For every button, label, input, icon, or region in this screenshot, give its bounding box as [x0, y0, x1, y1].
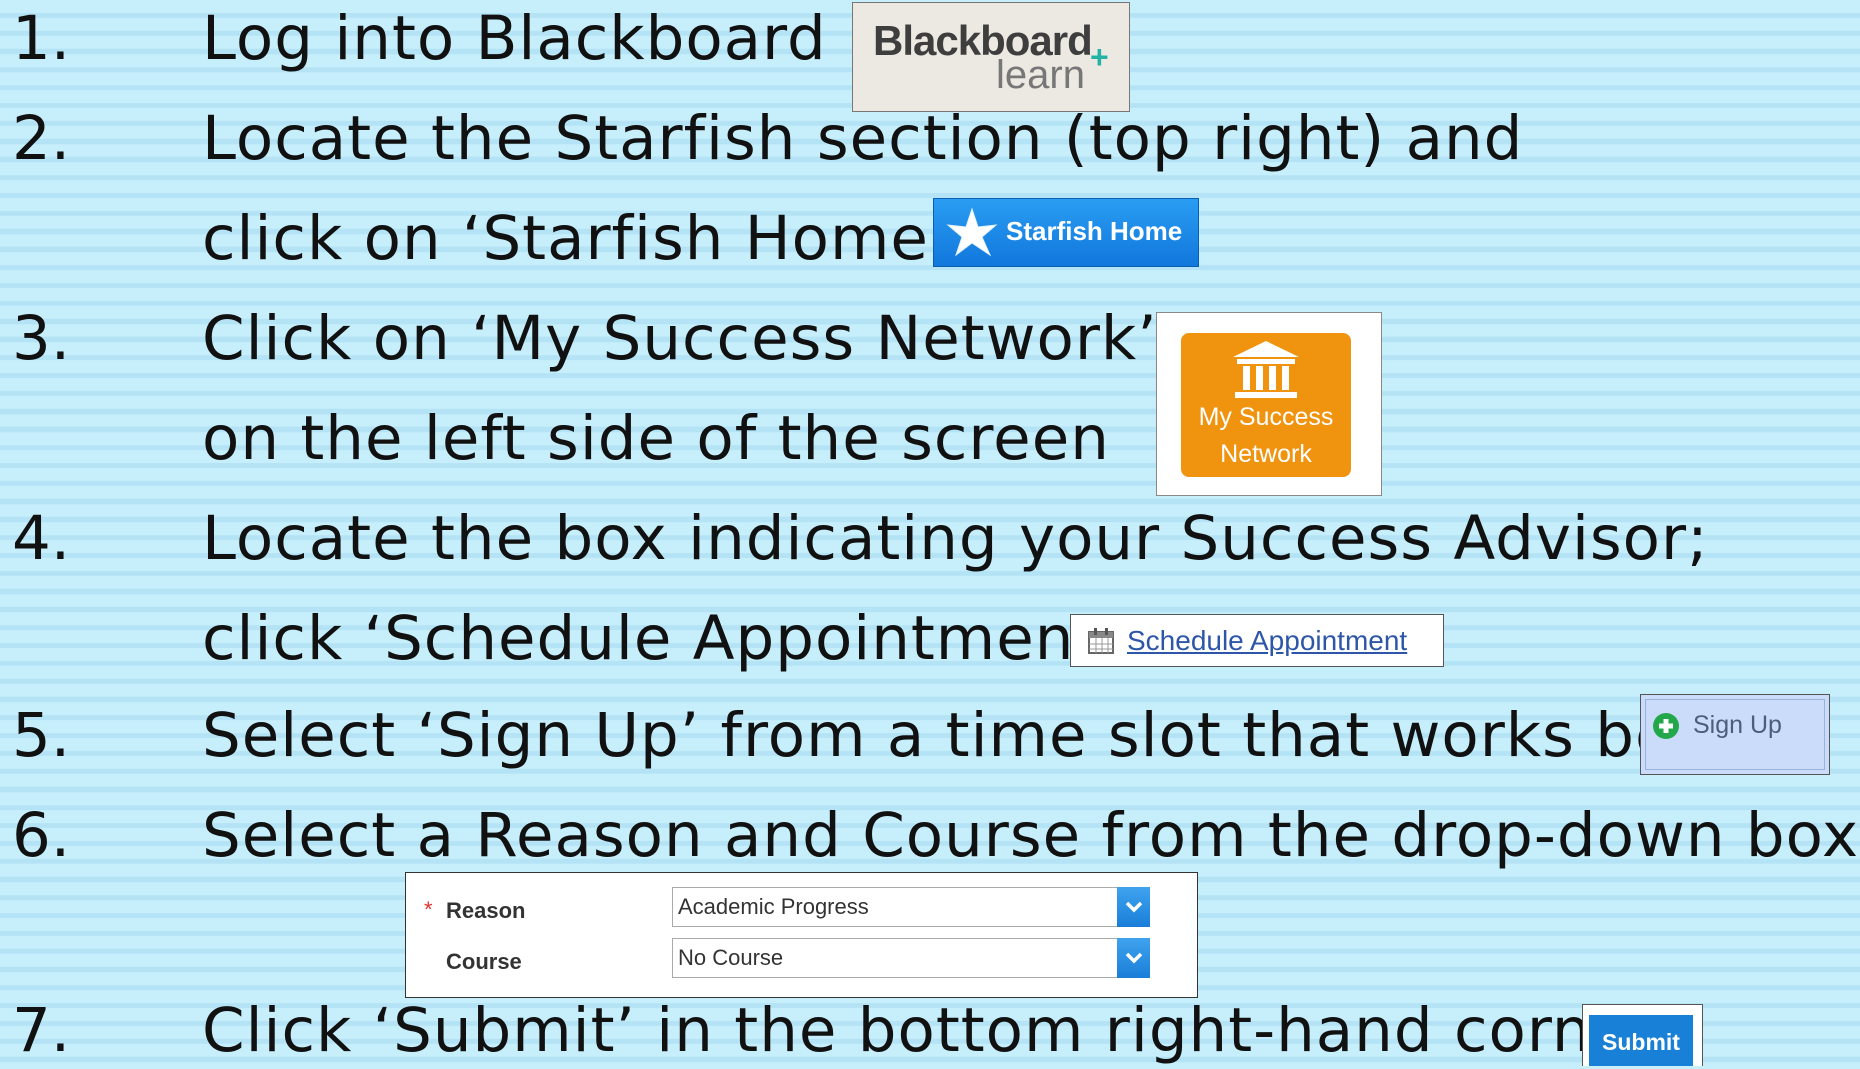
step-7-text: Click ‘Submit’ in the bottom right-hand …: [202, 995, 1671, 1066]
sign-up-button[interactable]: Sign Up: [1640, 694, 1830, 775]
step-4-text-line2: click ‘Schedule Appointment’: [202, 603, 1120, 674]
course-select-value: No Course: [678, 945, 784, 970]
logo-plus: +: [1090, 39, 1109, 75]
msn-label-line1: My Success: [1198, 403, 1334, 431]
submit-button[interactable]: Submit: [1589, 1015, 1693, 1066]
reason-label: Reason: [446, 898, 526, 923]
sign-up-label: Sign Up: [1693, 711, 1782, 739]
plus-circle-icon: [1653, 713, 1679, 739]
reason-select[interactable]: Academic Progress: [672, 887, 1150, 927]
my-success-network-tile[interactable]: My Success Network: [1156, 312, 1382, 496]
submit-button-frame: Submit: [1582, 1004, 1703, 1066]
chevron-down-icon: [1125, 952, 1143, 964]
step-number-2: 2.: [12, 103, 71, 174]
msn-label-line2: Network: [1220, 440, 1312, 468]
reason-row: * Reason Academic Progress: [406, 887, 1197, 931]
starfish-icon: [946, 207, 998, 257]
step-6-text: Select a Reason and Course from the drop…: [202, 800, 1860, 871]
step-4-text-line1: Locate the box indicating your Success A…: [202, 503, 1709, 574]
reason-select-value: Academic Progress: [678, 894, 869, 919]
step-5-text: Select ‘Sign Up’ from a time slot that w…: [202, 700, 1732, 771]
step-number-6: 6.: [12, 800, 71, 871]
institution-icon: [1233, 341, 1299, 398]
starfish-home-label: Starfish Home: [1006, 216, 1183, 246]
reason-course-form: * Reason Academic Progress Course No Cou…: [405, 872, 1198, 998]
step-number-3: 3.: [12, 303, 71, 374]
course-select[interactable]: No Course: [672, 938, 1150, 978]
step-3-text-line1: Click on ‘My Success Network’: [202, 303, 1158, 374]
step-number-4: 4.: [12, 503, 71, 574]
step-2-text-line2: click on ‘Starfish Home’: [202, 203, 950, 274]
blackboard-learn-logo: Blackboard learn +: [852, 2, 1130, 112]
course-label: Course: [446, 949, 522, 974]
starfish-home-button[interactable]: Starfish Home: [933, 198, 1199, 267]
step-3-text-line2: on the left side of the screen: [202, 403, 1110, 474]
reason-dropdown-arrow[interactable]: [1117, 887, 1150, 927]
schedule-appointment-label: Schedule Appointment: [1127, 625, 1408, 656]
required-marker: *: [424, 897, 433, 922]
calendar-icon: [1088, 628, 1114, 654]
course-dropdown-arrow[interactable]: [1117, 938, 1150, 978]
schedule-appointment-link[interactable]: Schedule Appointment: [1070, 614, 1444, 667]
chevron-down-icon: [1125, 901, 1143, 913]
learn-logo-word: learn: [996, 53, 1085, 97]
step-number-7: 7.: [12, 995, 71, 1066]
course-row: Course No Course: [406, 938, 1197, 982]
step-number-5: 5.: [12, 700, 71, 771]
step-1-text: Log into Blackboard: [202, 3, 827, 74]
step-number-1: 1.: [12, 3, 71, 74]
step-2-text-line1: Locate the Starfish section (top right) …: [202, 103, 1524, 174]
